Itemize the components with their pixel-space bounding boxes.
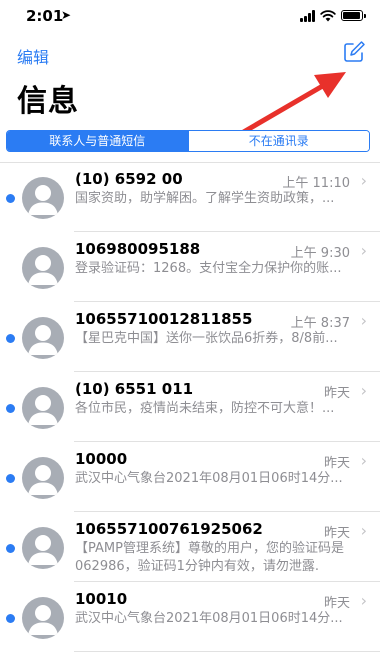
unread-dot-icon [6, 614, 15, 623]
message-preview: 【星巴克中国】送你一张饮品6折券，8/8前... [75, 331, 338, 346]
message-preview: 国家资助，助学解困。了解学生资助政策，... [75, 191, 335, 206]
message-preview: 【PAMP管理系统】尊敬的用户，您的验证码是062986，验证码1分钟内有效，请… [75, 541, 344, 574]
avatar [22, 317, 64, 359]
message-row[interactable]: 10010 昨天 › 武汉中心气象台2021年08月01日06时14分... [0, 582, 380, 652]
avatar [22, 457, 64, 499]
avatar [22, 177, 64, 219]
filter-segmented-control: 联系人与普通短信 不在通讯录 [6, 130, 370, 152]
message-time: 昨天 [323, 456, 350, 471]
unread-dot-icon [6, 544, 15, 553]
avatar [22, 247, 64, 289]
message-preview: 武汉中心气象台2021年08月01日06时14分... [75, 471, 343, 486]
chevron-right-icon: › [360, 311, 367, 330]
person-silhouette-icon [28, 395, 58, 425]
person-silhouette-icon [28, 465, 58, 495]
compose-icon [344, 41, 365, 62]
message-time: 昨天 [323, 596, 350, 611]
edit-button[interactable]: 编辑 [17, 44, 49, 68]
message-preview: 登录验证码：1268。支付宝全力保护你的账... [75, 261, 342, 276]
message-sender: 10655710012811855 [75, 310, 253, 328]
message-list: (10) 6592 00 上午 11:10 › 国家资助，助学解困。了解学生资助… [0, 162, 380, 652]
chevron-right-icon: › [360, 241, 367, 260]
chevron-right-icon: › [360, 171, 367, 190]
person-silhouette-icon [28, 185, 58, 215]
message-sender: 106980095188 [75, 240, 201, 258]
person-silhouette-icon [28, 325, 58, 355]
cellular-signal-icon [300, 10, 317, 22]
message-sender: (10) 6551 011 [75, 380, 194, 398]
status-time: 2:01 [26, 7, 64, 25]
location-arrow-icon: ➤ [61, 8, 72, 22]
page-title: 信息 [17, 84, 79, 119]
avatar [22, 387, 64, 429]
chevron-right-icon: › [360, 381, 367, 400]
avatar [22, 527, 64, 569]
tab-unknown-senders[interactable]: 不在通讯录 [187, 131, 369, 151]
message-time: 上午 8:37 [290, 316, 350, 331]
message-sender: 10000 [75, 450, 128, 468]
message-row[interactable]: (10) 6592 00 上午 11:10 › 国家资助，助学解困。了解学生资助… [0, 162, 380, 232]
wifi-icon [320, 10, 336, 22]
message-time: 昨天 [323, 386, 350, 401]
message-sender: 10010 [75, 590, 128, 608]
message-time: 昨天 [323, 526, 350, 541]
message-preview: 武汉中心气象台2021年08月01日06时14分... [75, 611, 343, 626]
tab-contacts-and-sms[interactable]: 联系人与普通短信 [7, 131, 188, 151]
message-row[interactable]: 10000 昨天 › 武汉中心气象台2021年08月01日06时14分... [0, 442, 380, 512]
message-time: 上午 9:30 [290, 246, 350, 261]
chevron-right-icon: › [360, 521, 367, 540]
unread-dot-icon [6, 474, 15, 483]
person-silhouette-icon [28, 255, 58, 285]
avatar [22, 597, 64, 639]
message-row[interactable]: (10) 6551 011 昨天 › 各位市民，疫情尚未结束，防控不可大意！..… [0, 372, 380, 442]
message-row[interactable]: 10655710012811855 上午 8:37 › 【星巴克中国】送你一张饮… [0, 302, 380, 372]
message-sender: 106557100761925062 [75, 520, 263, 538]
message-preview: 各位市民，疫情尚未结束，防控不可大意！... [75, 401, 335, 416]
compose-button[interactable] [342, 40, 366, 64]
message-sender: (10) 6592 00 [75, 170, 183, 188]
chevron-right-icon: › [360, 451, 367, 470]
unread-dot-icon [6, 194, 15, 203]
person-silhouette-icon [28, 535, 58, 565]
status-bar: 2:01 ➤ [0, 0, 380, 34]
battery-icon [341, 10, 366, 21]
chevron-right-icon: › [360, 591, 367, 610]
message-time: 上午 11:10 [282, 176, 350, 191]
unread-dot-icon [6, 334, 15, 343]
message-row[interactable]: 106980095188 上午 9:30 › 登录验证码：1268。支付宝全力保… [0, 232, 380, 302]
message-row[interactable]: 106557100761925062 昨天 › 【PAMP管理系统】尊敬的用户，… [0, 512, 380, 582]
person-silhouette-icon [28, 605, 58, 635]
unread-dot-icon [6, 404, 15, 413]
